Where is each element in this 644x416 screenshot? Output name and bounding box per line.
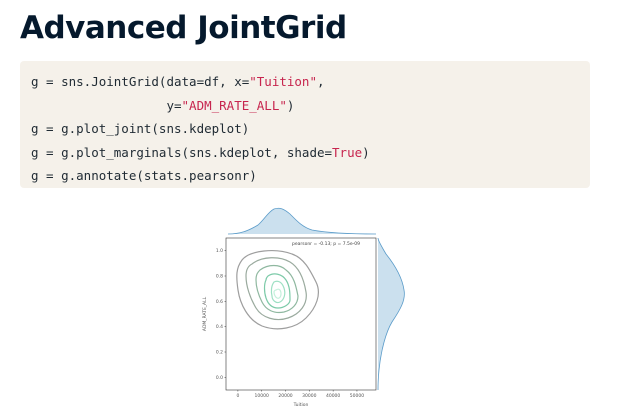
y-tick-label: 0.2: [216, 350, 223, 356]
x-tick-label: 20000: [278, 393, 292, 399]
code-text: g = g.plot_marginals(sns.kdeplot, shade=: [31, 144, 333, 160]
top-marginal-kde: [227, 207, 377, 235]
code-text: ,: [316, 74, 325, 89]
x-axis-label: Tuition: [293, 402, 309, 408]
code-text: ): [286, 97, 295, 113]
y-tick-label: 0.6: [216, 299, 223, 305]
contour-level-6: [273, 288, 282, 299]
y-tick-label: 0.8: [216, 274, 223, 280]
y-tick-label: 0.4: [216, 324, 223, 330]
code-block: g = sns.JointGrid(data=df, x="Tuition", …: [20, 61, 590, 188]
x-tick-label: 40000: [326, 393, 340, 399]
code-text: y=: [31, 97, 182, 113]
joint-plot: 0.0 0.2 0.4 0.6 0.8 1.0 0 10000 20000 30000 40000…: [180, 200, 420, 410]
code-text: ): [362, 144, 370, 160]
x-ticks: 0 10000 20000 30000 40000 50000: [236, 390, 364, 399]
x-tick-label: 30000: [302, 393, 316, 399]
y-tick-label: 0.0: [216, 375, 223, 381]
code-line-1: g = sns.JointGrid(data=df, x="Tuition",: [31, 70, 590, 94]
right-marginal-kde: [377, 237, 405, 391]
joint-plot-svg: 0.0 0.2 0.4 0.6 0.8 1.0 0 10000 20000 30000 40000…: [202, 207, 405, 408]
x-tick-label: 50000: [350, 393, 364, 399]
code-line-5: g = g.annotate(stats.pearsonr): [31, 168, 257, 183]
joint-axes-frame: [225, 237, 377, 391]
code-line-3: g = g.plot_joint(sns.kdeplot): [31, 121, 250, 136]
code-line-4: g = g.plot_marginals(sns.kdeplot, shade=…: [31, 141, 590, 165]
x-tick-label: 10000: [255, 393, 269, 399]
kde-contours: [236, 250, 319, 330]
code-line-2: y="ADM_RATE_ALL"): [31, 94, 590, 118]
y-tick-label: 1.0: [216, 248, 223, 254]
code-string: "Tuition": [249, 74, 317, 89]
code-string: "ADM_RATE_ALL": [181, 97, 287, 113]
pearson-annotation: pearsonr = -0.13; p = 7.5e-09: [292, 241, 360, 247]
y-axis-label: ADM_RATE_ALL: [202, 296, 208, 331]
x-tick-label: 0: [236, 393, 239, 399]
code-keyword: True: [332, 144, 363, 160]
y-ticks: 0.0 0.2 0.4 0.6 0.8 1.0: [216, 248, 226, 381]
code-text: g = sns.JointGrid(data=df, x=: [31, 74, 250, 89]
contour-level-2: [245, 257, 307, 321]
slide-title: Advanced JointGrid: [20, 10, 347, 46]
